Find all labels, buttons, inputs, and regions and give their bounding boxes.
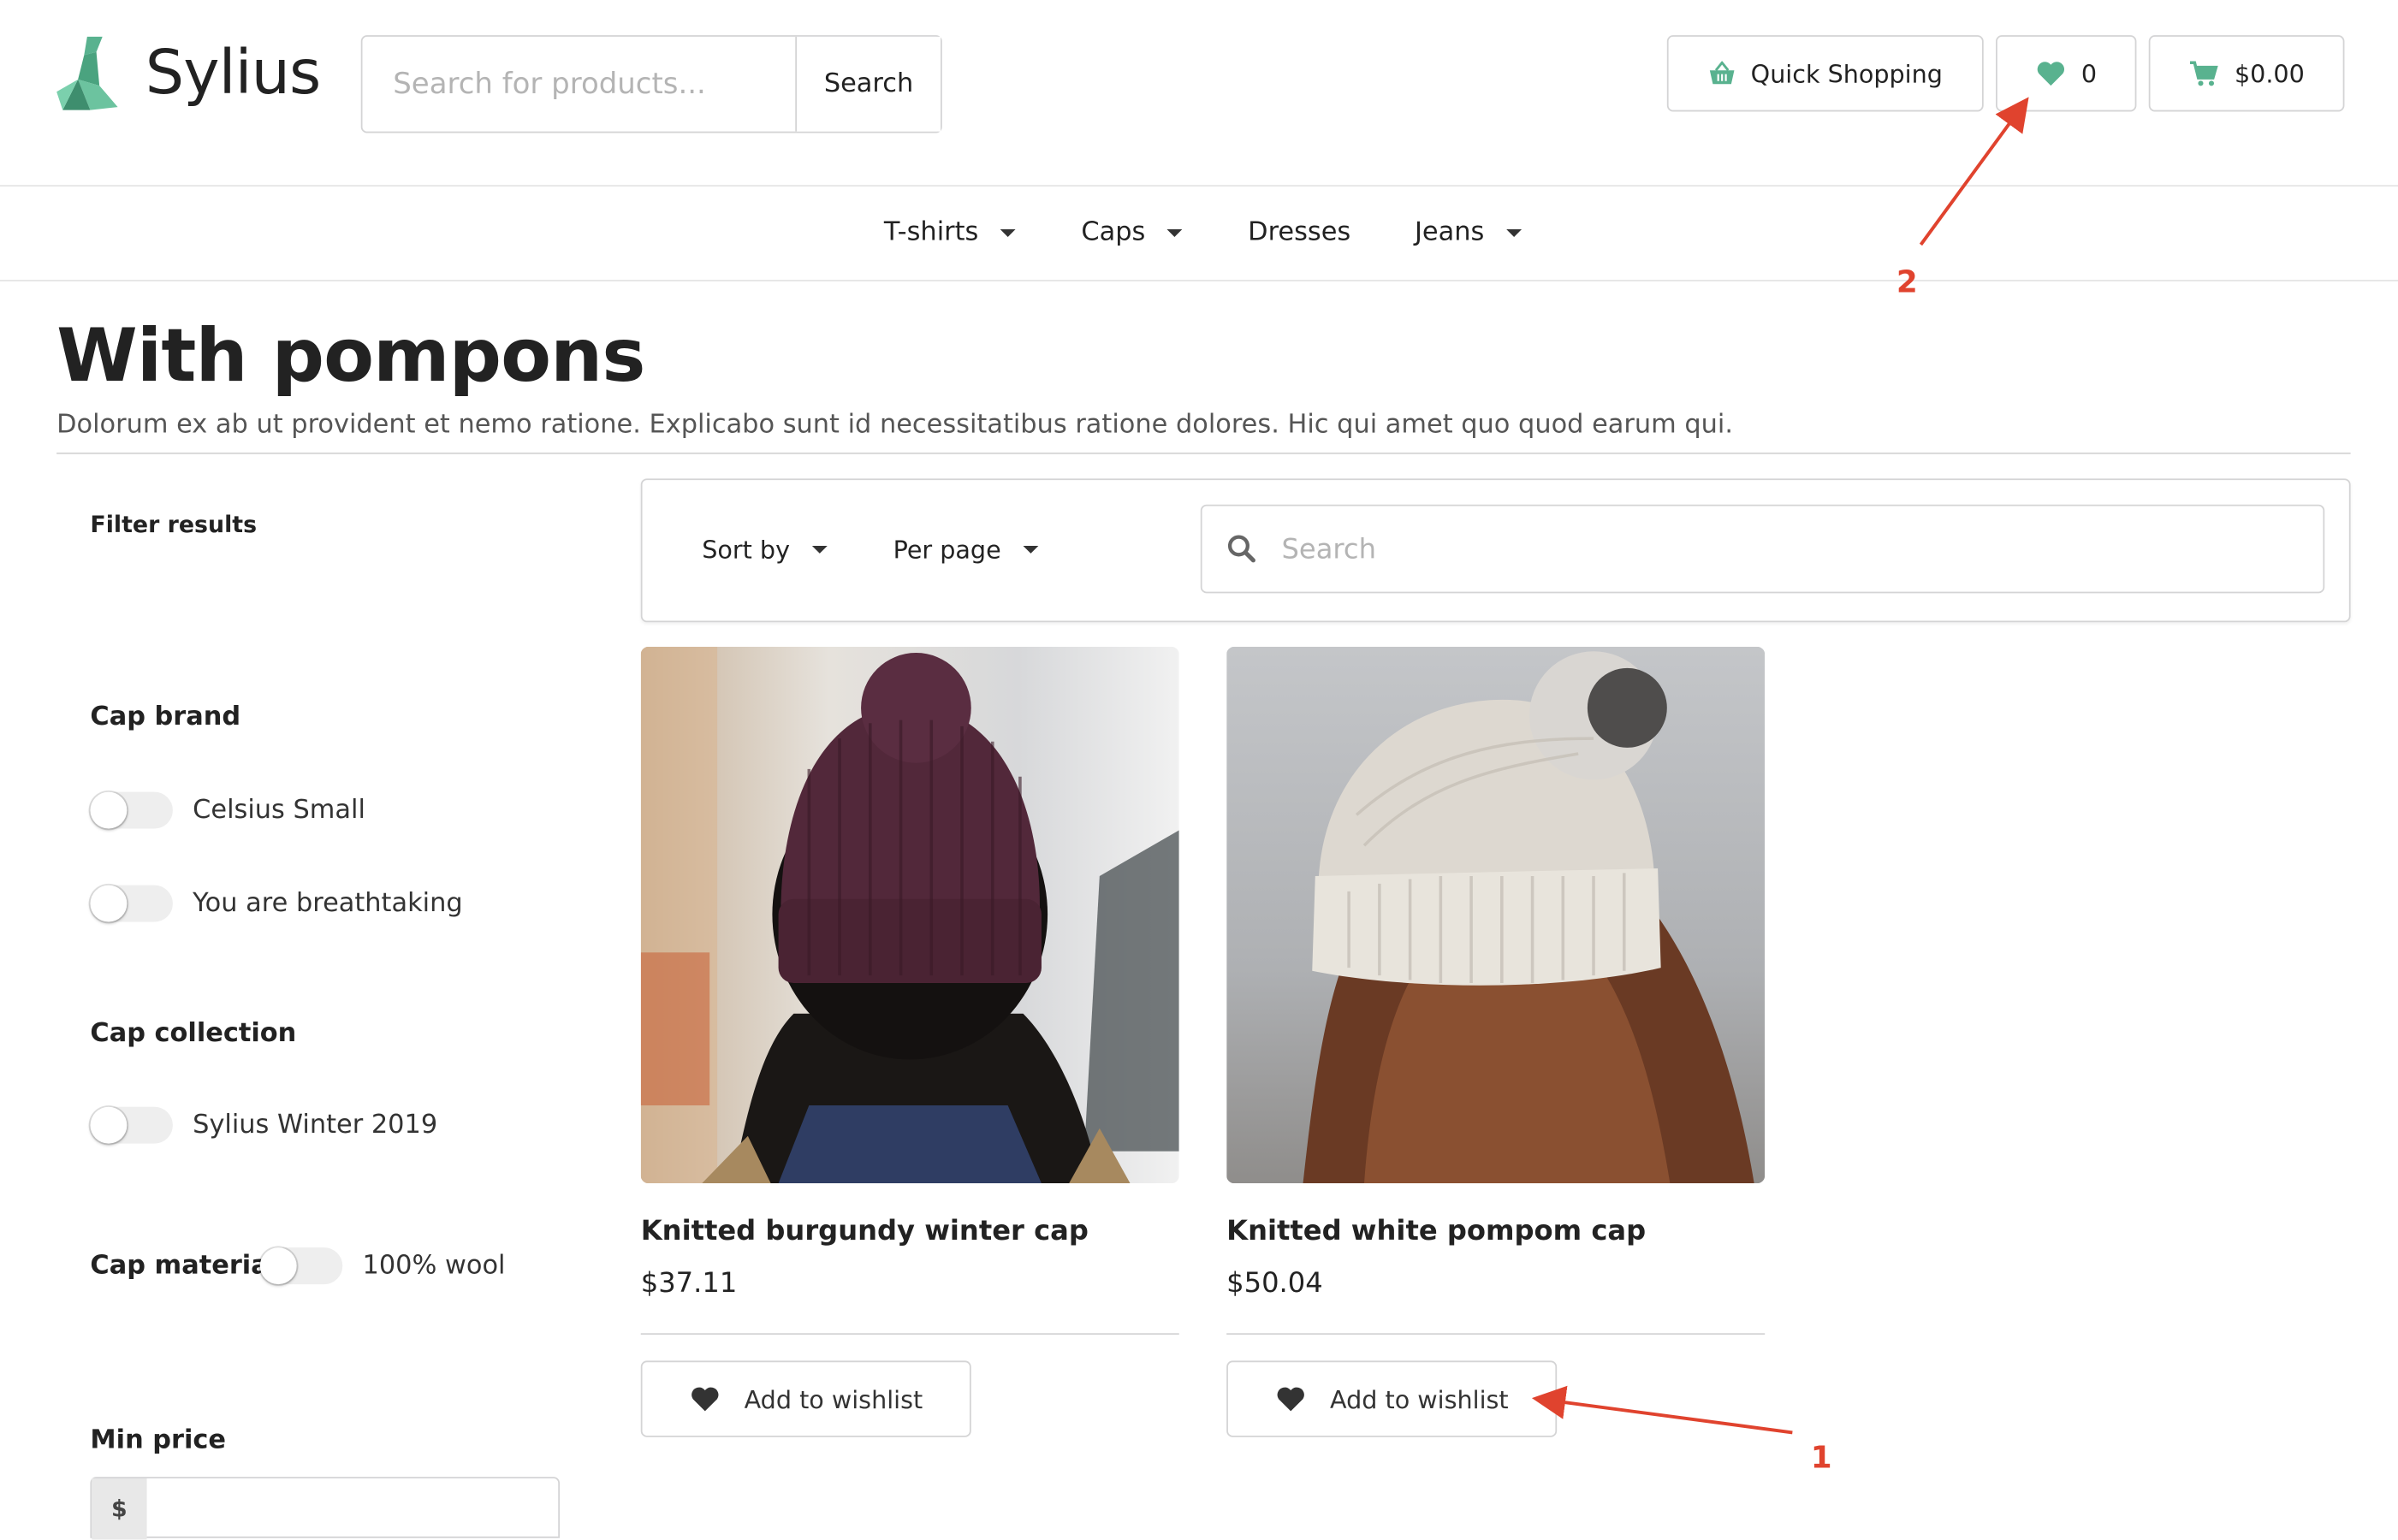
header-search-input[interactable] (362, 36, 796, 132)
nav-item-jeans[interactable]: Jeans (1414, 216, 1522, 248)
caret-down-icon (811, 545, 827, 554)
product-toolbar: Sort by Per page (640, 478, 2351, 623)
filter-option-label: 100% wool (362, 1250, 506, 1282)
nav-item-label: T-shirts (883, 216, 979, 248)
caret-down-icon (1000, 228, 1016, 237)
add-to-wishlist-button[interactable]: Add to wishlist (1226, 1360, 1558, 1437)
filter-toggle-celsius-small[interactable] (90, 791, 173, 829)
nav-item-dresses[interactable]: Dresses (1248, 217, 1350, 248)
product-search (1200, 504, 2325, 594)
page-title: With pompons (56, 313, 645, 400)
product-price: $50.04 (1226, 1267, 1323, 1300)
quick-shopping-button[interactable]: Quick Shopping (1666, 35, 1984, 112)
nav-item-label: Jeans (1414, 216, 1485, 248)
filter-group-title: Cap brand (90, 702, 241, 732)
heart-icon (2037, 62, 2064, 86)
filter-toggle-you-are-breathtaking[interactable] (90, 885, 173, 922)
divider (1226, 1333, 1766, 1336)
sylius-logo[interactable]: Sylius (56, 33, 321, 113)
filter-option-label: Celsius Small (193, 795, 365, 826)
swan-logo-icon (56, 36, 118, 110)
filter-toggle-100-wool[interactable] (259, 1247, 343, 1285)
basket-icon (1709, 61, 1735, 85)
add-to-wishlist-label: Add to wishlist (1330, 1384, 1509, 1414)
product-card: Knitted white pompom cap $50.04 Add to w… (1226, 646, 1766, 1437)
currency-symbol: $ (92, 1478, 147, 1540)
sort-by-dropdown[interactable]: Sort by (702, 535, 827, 564)
add-to-wishlist-label: Add to wishlist (744, 1384, 923, 1414)
nav-item-caps[interactable]: Caps (1081, 216, 1183, 248)
annotation-label-2: 2 (1896, 263, 1918, 300)
wishlist-button[interactable]: 0 (1996, 35, 2137, 112)
page-description: Dolorum ex ab ut provident et nemo ratio… (56, 409, 1734, 441)
cart-button[interactable]: $0.00 (2148, 35, 2345, 112)
logo-text: Sylius (145, 38, 321, 109)
product-card: Knitted burgundy winter cap $37.11 Add t… (640, 646, 1179, 1437)
min-price-field[interactable]: $ (90, 1477, 561, 1540)
sort-by-label: Sort by (702, 535, 791, 565)
wishlist-count: 0 (2080, 58, 2098, 88)
product-name[interactable]: Knitted white pompom cap (1226, 1216, 1646, 1248)
min-price-label: Min price (90, 1424, 227, 1456)
heart-icon (691, 1387, 718, 1412)
annotation-label-1: 1 (1810, 1438, 1832, 1476)
product-image[interactable] (640, 646, 1179, 1184)
main-nav: T-shirts Caps Dresses Jeans (0, 185, 2398, 281)
nav-item-tshirts[interactable]: T-shirts (883, 216, 1016, 248)
caret-down-icon (1022, 545, 1038, 554)
search-icon (1227, 535, 1255, 563)
filter-group-title: Cap collection (90, 1018, 297, 1049)
cart-total: $0.00 (2234, 58, 2305, 88)
header-search: Search (360, 35, 942, 133)
divider (56, 452, 2351, 454)
product-image[interactable] (1226, 646, 1766, 1184)
filter-toggle-sylius-winter-2019[interactable] (90, 1106, 173, 1144)
filter-results-heading: Filter results (90, 510, 258, 539)
cart-icon (2190, 61, 2218, 86)
filter-option-label: Sylius Winter 2019 (193, 1110, 438, 1141)
product-price: $37.11 (640, 1267, 738, 1300)
quick-shopping-label: Quick Shopping (1750, 58, 1943, 88)
product-search-input[interactable] (1278, 530, 2279, 567)
caret-down-icon (1505, 228, 1522, 237)
filter-option-label: You are breathtaking (193, 888, 463, 919)
per-page-label: Per page (893, 535, 1001, 565)
nav-item-label: Dresses (1248, 216, 1351, 248)
caret-down-icon (1166, 228, 1183, 237)
product-name[interactable]: Knitted burgundy winter cap (641, 1216, 1089, 1248)
add-to-wishlist-button[interactable]: Add to wishlist (640, 1360, 971, 1437)
nav-item-label: Caps (1081, 216, 1146, 248)
divider (640, 1333, 1179, 1336)
filter-group-title: Cap material (90, 1250, 278, 1282)
heart-icon (1276, 1387, 1304, 1412)
header-search-button[interactable]: Search (795, 36, 941, 132)
per-page-dropdown[interactable]: Per page (893, 535, 1038, 564)
annotation-arrow-1 (1531, 1385, 1793, 1435)
